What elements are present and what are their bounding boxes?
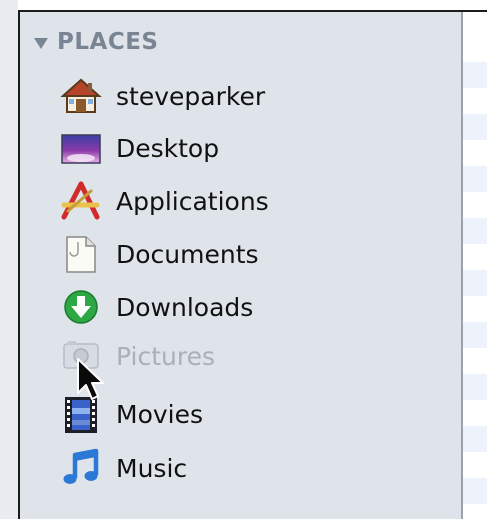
places-section-title: PLACES bbox=[57, 29, 159, 55]
sidebar-item-label: Pictures bbox=[116, 341, 215, 371]
file-list-row bbox=[463, 218, 487, 244]
file-list-row bbox=[463, 270, 487, 296]
sidebar-item-label: Applications bbox=[116, 186, 269, 216]
sidebar-item-label: Music bbox=[116, 453, 188, 483]
file-list-row bbox=[463, 114, 487, 140]
disclosure-triangle-icon[interactable] bbox=[34, 37, 48, 49]
music-icon bbox=[60, 448, 102, 488]
desktop-icon bbox=[60, 128, 102, 168]
places-section-header[interactable]: PLACES bbox=[34, 28, 158, 56]
sidebar-item-desktop[interactable]: Desktop bbox=[60, 128, 219, 168]
sidebar-item-home[interactable]: steveparker bbox=[60, 76, 265, 116]
sidebar-item-applications[interactable]: Applications bbox=[60, 181, 269, 221]
sidebar-item-label: steveparker bbox=[116, 81, 266, 111]
applications-icon bbox=[60, 181, 102, 221]
home-icon bbox=[60, 76, 102, 116]
file-list-row bbox=[463, 478, 487, 504]
mouse-pointer-icon bbox=[76, 357, 106, 407]
file-list-row bbox=[463, 322, 487, 348]
sidebar-item-label: Desktop bbox=[116, 133, 220, 163]
file-list-row bbox=[463, 374, 487, 400]
file-list-row bbox=[463, 62, 487, 88]
documents-icon bbox=[60, 234, 102, 274]
sidebar-item-label: Documents bbox=[116, 239, 259, 269]
sidebar-item-label: Downloads bbox=[116, 292, 254, 322]
sidebar-item-downloads[interactable]: Downloads bbox=[60, 287, 253, 327]
sidebar-item-label: Movies bbox=[116, 399, 204, 429]
window-right-edge bbox=[487, 0, 491, 519]
downloads-icon bbox=[60, 287, 102, 327]
sidebar-item-documents[interactable]: Documents bbox=[60, 234, 259, 274]
file-list-row bbox=[463, 166, 487, 192]
file-list-row bbox=[463, 426, 487, 452]
sidebar-item-music[interactable]: Music bbox=[60, 448, 187, 488]
